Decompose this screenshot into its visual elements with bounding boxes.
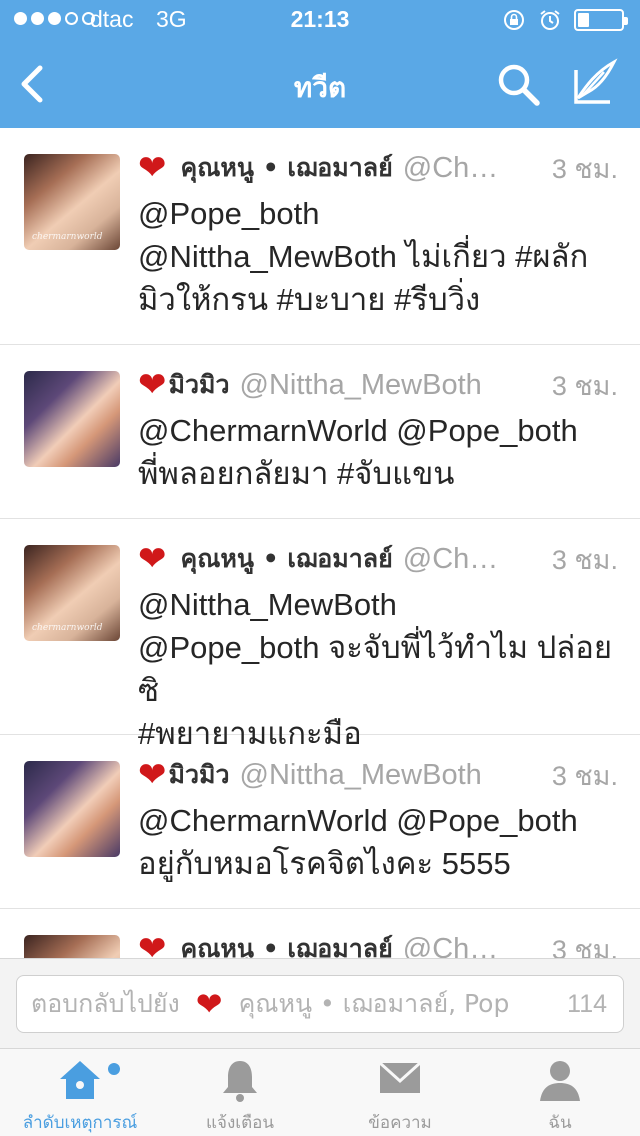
envelope-icon xyxy=(378,1061,422,1093)
timestamp: 3 ชม. xyxy=(551,370,618,401)
tab-label: ลำดับเหตุการณ์ xyxy=(22,1113,138,1133)
avatar[interactable] xyxy=(24,761,120,857)
top-header: dtac 3G 21:13 ทวีต xyxy=(0,0,640,128)
search-icon[interactable] xyxy=(494,60,542,108)
person-icon xyxy=(540,1061,580,1101)
avatar-watermark: chermarnworld xyxy=(32,623,103,633)
reply-recipients: คุณหนู • เฌอมาลย์, Pop xyxy=(238,989,510,1018)
tweet-item[interactable]: ❤ คุณหนู • เฌอมาลย์ @Ch… 3 ชม. xyxy=(0,909,640,958)
username[interactable]: @Ch… xyxy=(403,933,542,959)
battery-level xyxy=(578,13,589,27)
tweet-header: ❤ มิวมิว @Nittha_MewBoth 3 ชม. xyxy=(138,363,618,407)
compose-icon[interactable] xyxy=(570,58,618,108)
username[interactable]: @Nittha_MewBoth xyxy=(240,759,542,792)
tab-label: ข้อความ xyxy=(368,1113,432,1133)
tweet-header: ❤ มิวมิว @Nittha_MewBoth 3 ชม. xyxy=(138,753,618,797)
page-title: ทวีต xyxy=(293,71,347,104)
tab-profile[interactable]: ฉัน xyxy=(480,1049,640,1136)
avatar[interactable] xyxy=(24,935,120,958)
display-name[interactable]: คุณหนู • เฌอมาลย์ xyxy=(181,929,393,958)
tab-bar: ลำดับเหตุการณ์ แจ้งเตือน ข้อความ ฉัน xyxy=(0,1048,640,1136)
display-name[interactable]: คุณหนู • เฌอมาลย์ xyxy=(181,148,393,188)
tweet-item[interactable]: ❤ มิวมิว @Nittha_MewBoth 3 ชม. @Chermarn… xyxy=(0,345,640,519)
status-icons xyxy=(502,8,628,32)
heart-icon: ❤ xyxy=(138,929,167,958)
tweet-line: @Pope_both จะจับพี่ไว้ทำไม ปล่อยซิ xyxy=(138,630,613,708)
reply-input[interactable]: ตอบกลับไปยัง ❤ คุณหนู • เฌอมาลย์, Pop 11… xyxy=(16,975,624,1033)
heart-icon: ❤ xyxy=(138,148,167,188)
tweet-line: @ChermarnWorld @Pope_both xyxy=(138,413,578,448)
status-bar: dtac 3G 21:13 xyxy=(0,0,640,40)
reply-placeholder: ตอบกลับไปยัง xyxy=(31,989,180,1018)
tab-label: ฉัน xyxy=(548,1113,572,1133)
rotation-lock-icon xyxy=(504,10,524,30)
heart-icon: ❤ xyxy=(138,539,167,579)
username[interactable]: @Ch… xyxy=(403,152,542,185)
tweet-line: @ChermarnWorld @Pope_both xyxy=(138,803,578,838)
timestamp: 3 ชม. xyxy=(551,153,618,184)
tweet-line: @Pope_both xyxy=(138,196,320,231)
username[interactable]: @Nittha_MewBoth xyxy=(240,369,542,402)
timestamp: 3 ชม. xyxy=(551,760,618,791)
tweet-line: พี่พลอยกลัยมา #จับแขน xyxy=(138,456,455,491)
bell-icon xyxy=(223,1061,257,1102)
navigation-bar: ทวีต xyxy=(0,40,640,128)
tweet-item[interactable]: chermarnworld ❤ คุณหนู • เฌอมาลย์ @Ch… 3… xyxy=(0,128,640,345)
username[interactable]: @Ch… xyxy=(403,543,542,576)
heart-icon: ❤ xyxy=(138,365,167,405)
tab-label: แจ้งเตือน xyxy=(206,1113,274,1133)
tweet-line: มิวให้กรน #บะบาย #รีบวิ่ง xyxy=(138,282,481,317)
display-name[interactable]: มิวมิว xyxy=(169,365,230,405)
tab-timeline[interactable]: ลำดับเหตุการณ์ xyxy=(0,1049,160,1136)
tweet-line: @Nittha_MewBoth ไม่เกี่ยว #ผลัก xyxy=(138,239,589,274)
battery-icon xyxy=(574,9,628,31)
tweet-header: ❤ คุณหนู • เฌอมาลย์ @Ch… 3 ชม. xyxy=(138,146,618,190)
tweet-line: อยู่กับหมอโรคจิตไงคะ 5555 xyxy=(138,846,511,881)
character-count: 114 xyxy=(567,990,607,1019)
timestamp: 3 ชม. xyxy=(551,544,618,575)
tweet-line: @Nittha_MewBoth xyxy=(138,587,397,622)
display-name[interactable]: มิวมิว xyxy=(169,755,230,795)
tweet-header: ❤ คุณหนู • เฌอมาลย์ @Ch… 3 ชม. xyxy=(138,927,618,958)
heart-icon: ❤ xyxy=(195,985,223,1023)
tweet-item[interactable]: chermarnworld ❤ คุณหนู • เฌอมาลย์ @Ch… 3… xyxy=(0,519,640,751)
heart-icon: ❤ xyxy=(138,755,167,795)
tweet-text: @ChermarnWorld @Pope_both อยู่กับหมอโรคจ… xyxy=(138,799,626,885)
tab-messages[interactable]: ข้อความ xyxy=(320,1049,480,1136)
tab-notifications[interactable]: แจ้งเตือน xyxy=(160,1049,320,1136)
reply-bar: ตอบกลับไปยัง ❤ คุณหนู • เฌอมาลย์, Pop 11… xyxy=(0,958,640,1048)
tweet-text: @ChermarnWorld @Pope_both พี่พลอยกลัยมา … xyxy=(138,409,626,495)
avatar[interactable]: chermarnworld xyxy=(24,545,120,641)
avatar-watermark: chermarnworld xyxy=(32,232,103,242)
alarm-icon xyxy=(540,10,560,30)
tweet-timeline[interactable]: chermarnworld ❤ คุณหนู • เฌอมาลย์ @Ch… 3… xyxy=(0,128,640,958)
avatar[interactable] xyxy=(24,371,120,467)
new-items-indicator xyxy=(108,1063,120,1075)
avatar[interactable]: chermarnworld xyxy=(24,154,120,250)
display-name[interactable]: คุณหนู • เฌอมาลย์ xyxy=(181,539,393,579)
timestamp: 3 ชม. xyxy=(551,934,618,959)
home-icon xyxy=(60,1061,100,1099)
tweet-text: @Nittha_MewBoth @Pope_both จะจับพี่ไว้ทำ… xyxy=(138,583,626,755)
tweet-text: @Pope_both @Nittha_MewBoth ไม่เกี่ยว #ผล… xyxy=(138,192,626,321)
tweet-header: ❤ คุณหนู • เฌอมาลย์ @Ch… 3 ชม. xyxy=(138,537,618,581)
tweet-item[interactable]: ❤ มิวมิว @Nittha_MewBoth 3 ชม. @Chermarn… xyxy=(0,735,640,909)
